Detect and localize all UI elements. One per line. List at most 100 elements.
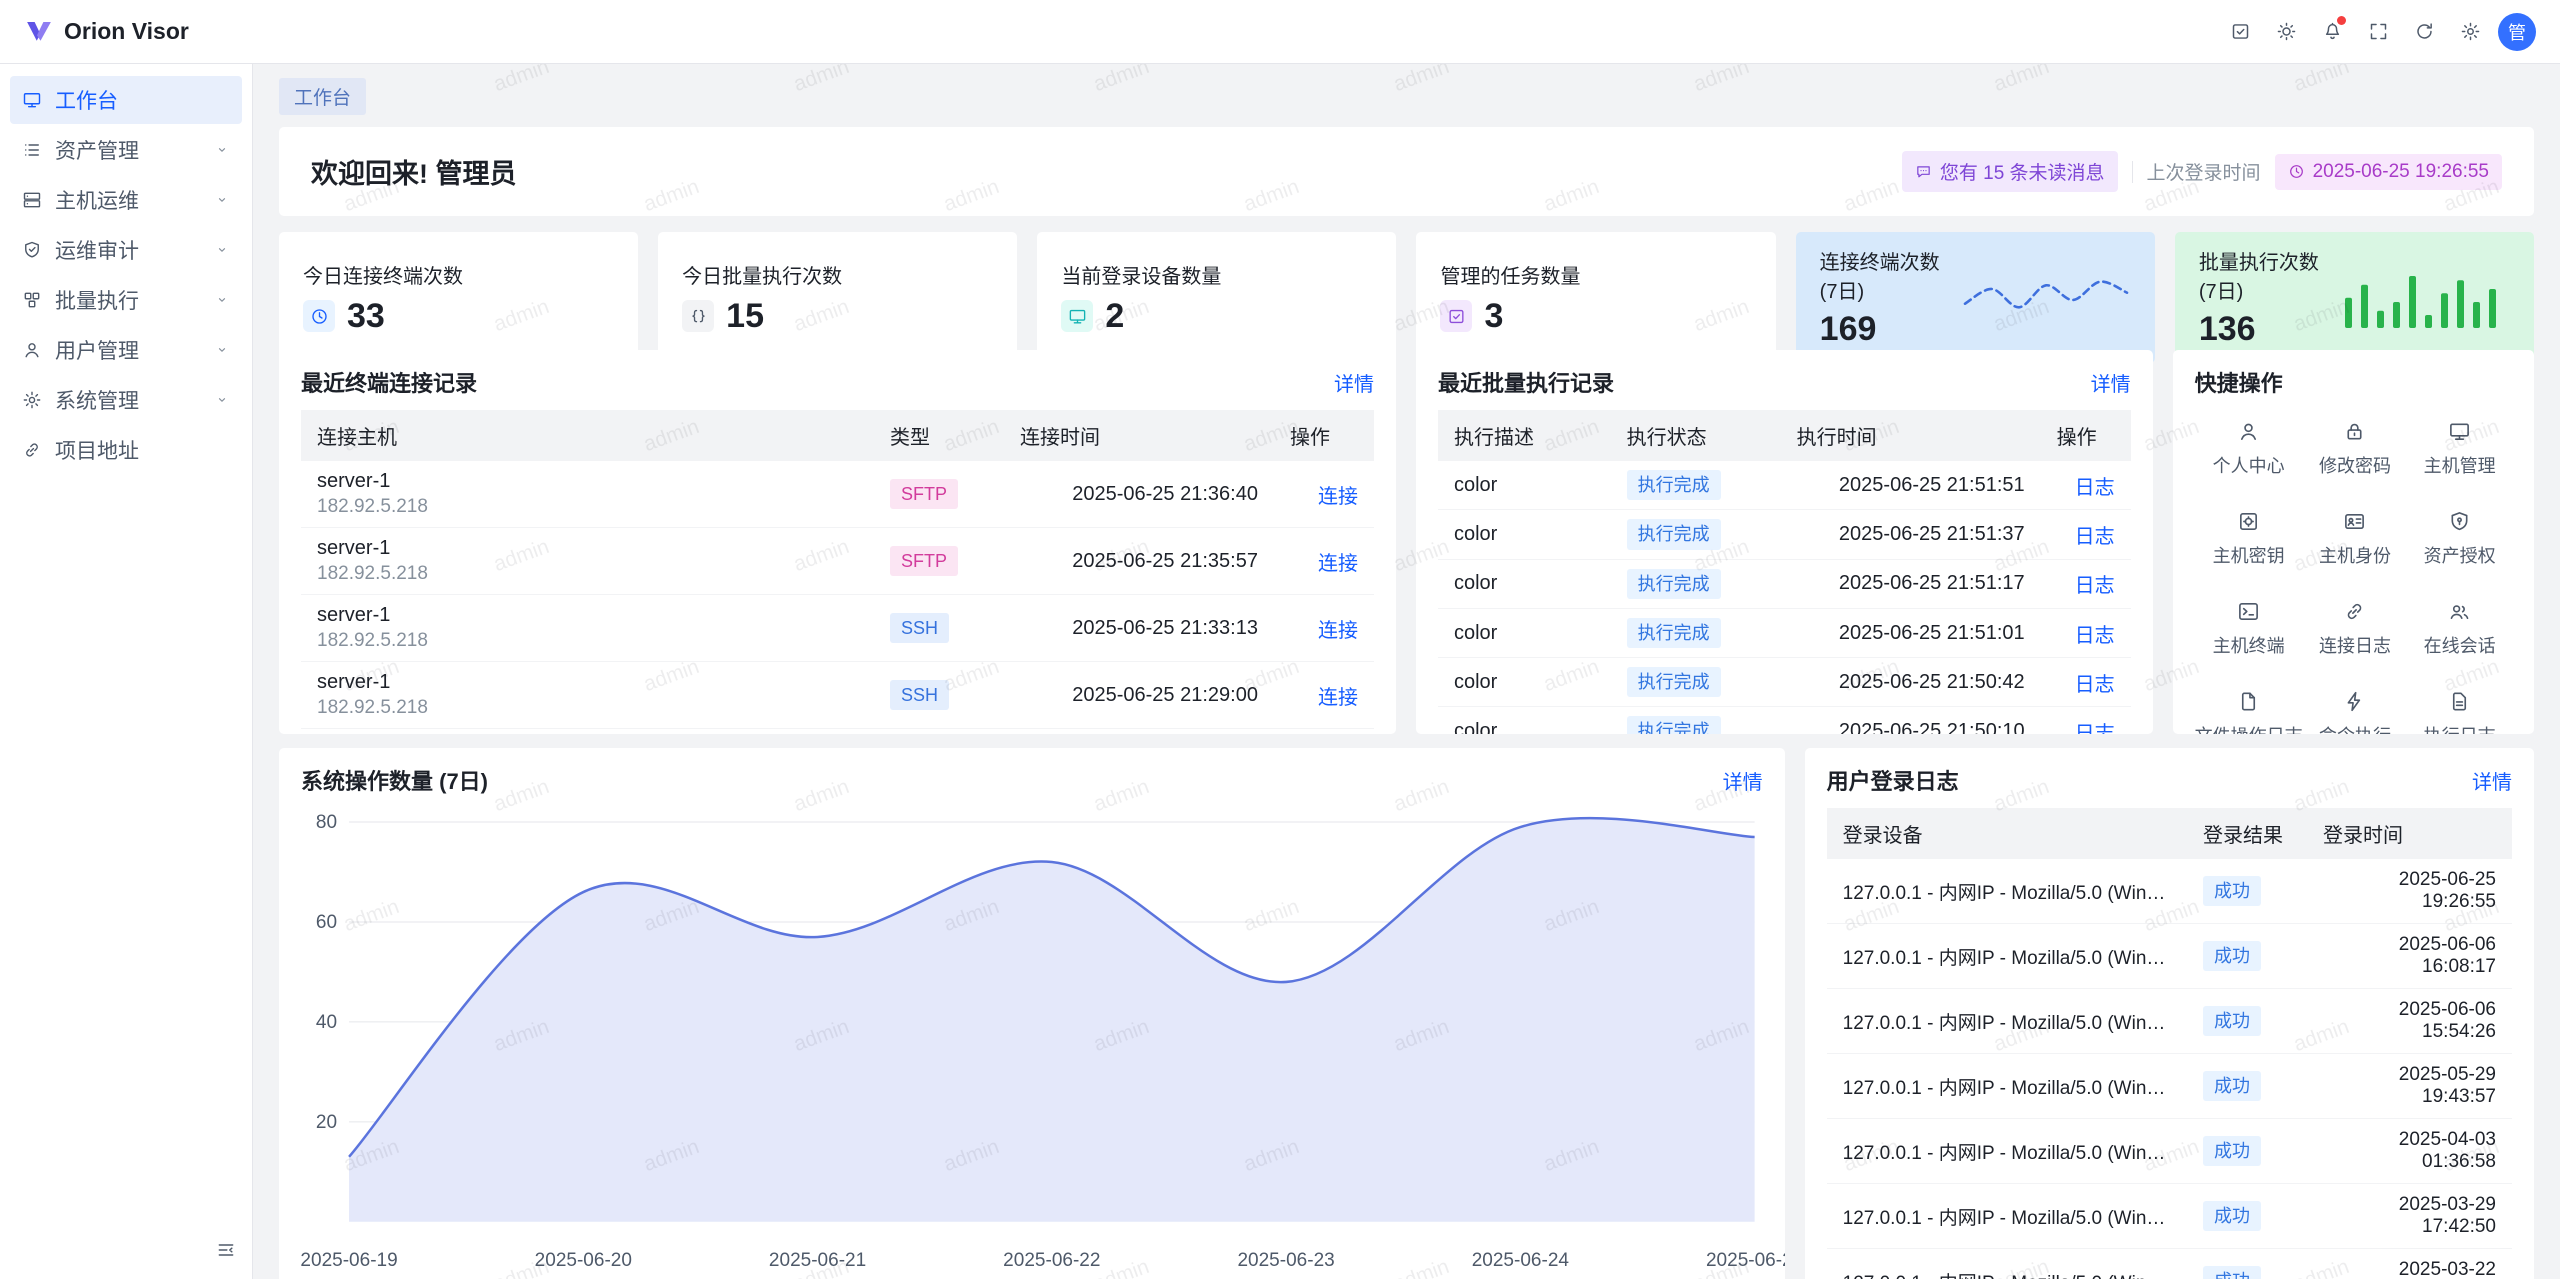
connect-link[interactable]: 连接 bbox=[1318, 620, 1358, 642]
sidebar-item-asset-management[interactable]: 资产管理 bbox=[10, 126, 242, 174]
last-login-time-badge: 2025-06-25 19:26:55 bbox=[2275, 154, 2502, 190]
login-log-row: 127.0.0.1 - 内网IP - Mozilla/5.0 (Windows … bbox=[1827, 1184, 2512, 1249]
sidebar-item-project-url[interactable]: 项目地址 bbox=[10, 426, 242, 474]
panel-title: 最近终端连接记录 bbox=[301, 366, 477, 398]
login-time: 2025-06-25 19:26:55 bbox=[2307, 859, 2512, 924]
stat-card-login-devices: 当前登录设备数量 2 bbox=[1037, 232, 1396, 363]
message-icon bbox=[1915, 163, 1932, 180]
host-ip: 182.92.5.218 bbox=[317, 697, 858, 719]
connect-link[interactable]: 连接 bbox=[1318, 553, 1358, 575]
login-result-badge: 成功 bbox=[2203, 1266, 2261, 1279]
quick-action-command-execution[interactable]: 命令执行 bbox=[2303, 690, 2408, 734]
quick-action-host-identity[interactable]: 主机身份 bbox=[2303, 510, 2408, 568]
unread-messages-badge[interactable]: 您有 15 条未读消息 bbox=[1902, 151, 2118, 192]
desktop-icon bbox=[22, 90, 42, 110]
sidebar-item-label: 用户管理 bbox=[55, 335, 139, 365]
fullscreen-button[interactable] bbox=[2360, 14, 2396, 50]
quick-action-connection-log[interactable]: 连接日志 bbox=[2303, 600, 2408, 658]
quick-action-label: 连接日志 bbox=[2319, 632, 2391, 658]
chevron-down-icon bbox=[214, 192, 230, 208]
sidebar-item-workbench[interactable]: 工作台 bbox=[10, 76, 242, 124]
avatar[interactable]: 管 bbox=[2498, 13, 2536, 51]
execution-status-badge: 执行完成 bbox=[1627, 519, 1721, 549]
expand-icon bbox=[2368, 21, 2389, 42]
execution-description: color bbox=[1438, 559, 1611, 608]
quick-action-host-terminal[interactable]: 主机终端 bbox=[2195, 600, 2303, 658]
middle-row: 最近终端连接记录 详情 连接主机 类型 连接时间 操作 serv bbox=[279, 350, 2534, 734]
terminal-detail-link[interactable]: 详情 bbox=[1334, 368, 1374, 397]
login-log-row: 127.0.0.1 - 内网IP - Mozilla/5.0 (Windows … bbox=[1827, 1119, 2512, 1184]
login-result-badge: 成功 bbox=[2203, 941, 2261, 971]
execution-description: color bbox=[1438, 510, 1611, 559]
chevron-down-icon bbox=[214, 292, 230, 308]
sidebar-item-host-ops[interactable]: 主机运维 bbox=[10, 176, 242, 224]
quick-action-asset-authorization[interactable]: 资产授权 bbox=[2407, 510, 2512, 568]
quick-action-personal-center[interactable]: 个人中心 bbox=[2195, 420, 2303, 478]
execution-status-badge: 执行完成 bbox=[1627, 618, 1721, 648]
settings-button[interactable] bbox=[2452, 14, 2488, 50]
breadcrumb-item-workbench[interactable]: 工作台 bbox=[279, 78, 366, 115]
theme-toggle-button[interactable] bbox=[2268, 14, 2304, 50]
last-login-time: 2025-06-25 19:26:55 bbox=[2313, 161, 2489, 183]
terminal-connection-row: server-1 182.92.5.218 SFTP 2025-06-25 21… bbox=[301, 461, 1374, 528]
quick-action-label: 主机密钥 bbox=[2213, 542, 2285, 568]
connect-link[interactable]: 连接 bbox=[1318, 486, 1358, 508]
execution-status-badge: 执行完成 bbox=[1627, 667, 1721, 697]
batch-executions-table: 执行描述 执行状态 执行时间 操作 color 执行完成 2025-06-25 … bbox=[1438, 410, 2131, 734]
sidebar: 工作台 资产管理 主机运维 运维审计 批量执行 bbox=[0, 64, 253, 1279]
session-icon bbox=[2448, 600, 2471, 623]
sidebar-item-batch-execution[interactable]: 批量执行 bbox=[10, 276, 242, 324]
quick-action-online-sessions[interactable]: 在线会话 bbox=[2407, 600, 2512, 658]
box-check-button[interactable] bbox=[2222, 14, 2258, 50]
refresh-button[interactable] bbox=[2406, 14, 2442, 50]
svg-text:20: 20 bbox=[316, 1112, 337, 1133]
stat-value: 169 bbox=[1820, 310, 1951, 349]
log-link[interactable]: 日志 bbox=[2075, 723, 2115, 734]
host-ip: 182.92.5.218 bbox=[317, 496, 858, 518]
boxes-icon bbox=[22, 290, 42, 310]
terminal-connection-row: server-1 182.92.5.218 SSH 2025-06-25 21:… bbox=[301, 662, 1374, 729]
sidebar-item-user-management[interactable]: 用户管理 bbox=[10, 326, 242, 374]
log-link[interactable]: 日志 bbox=[2075, 477, 2115, 499]
notifications-button[interactable] bbox=[2314, 14, 2350, 50]
chevron-down-icon bbox=[214, 242, 230, 258]
panel-title: 快捷操作 bbox=[2195, 366, 2283, 398]
quick-action-execution-log[interactable]: 执行日志 bbox=[2407, 690, 2512, 734]
chevron-down-icon bbox=[214, 392, 230, 408]
quick-action-host-management[interactable]: 主机管理 bbox=[2407, 420, 2512, 478]
sidebar-item-ops-audit[interactable]: 运维审计 bbox=[10, 226, 242, 274]
batch-detail-link[interactable]: 详情 bbox=[2091, 368, 2131, 397]
last-login-label: 上次登录时间 bbox=[2147, 158, 2261, 185]
stat-card-today-terminal: 今日连接终端次数 33 bbox=[279, 232, 638, 363]
quick-action-label: 在线会话 bbox=[2424, 632, 2496, 658]
login-time: 2025-06-06 15:54:26 bbox=[2307, 989, 2512, 1054]
clock-icon bbox=[2288, 163, 2305, 180]
login-time: 2025-03-22 01:01:31 bbox=[2307, 1249, 2512, 1279]
system-operations-detail-link[interactable]: 详情 bbox=[1723, 766, 1763, 795]
sun-icon bbox=[2276, 21, 2297, 42]
login-log-row: 127.0.0.1 - 内网IP - Mozilla/5.0 (Windows … bbox=[1827, 1054, 2512, 1119]
chevron-down-icon bbox=[214, 142, 230, 158]
connect-link[interactable]: 连接 bbox=[1318, 687, 1358, 709]
sidebar-item-system-management[interactable]: 系统管理 bbox=[10, 376, 242, 424]
log-link[interactable]: 日志 bbox=[2075, 674, 2115, 696]
quick-action-change-password[interactable]: 修改密码 bbox=[2303, 420, 2408, 478]
connection-type-badge: SSH bbox=[890, 680, 949, 710]
collapse-sidebar-button[interactable] bbox=[210, 1235, 242, 1267]
quick-action-host-keys[interactable]: 主机密钥 bbox=[2195, 510, 2303, 568]
execution-time: 2025-06-25 21:51:37 bbox=[1781, 510, 2041, 559]
sidebar-item-label: 项目地址 bbox=[55, 435, 139, 465]
log-link[interactable]: 日志 bbox=[2075, 526, 2115, 548]
quick-action-file-operation-log[interactable]: 文件操作日志 bbox=[2195, 690, 2303, 734]
user-icon bbox=[2237, 420, 2260, 443]
quick-action-label: 文件操作日志 bbox=[2195, 722, 2303, 734]
login-device: 127.0.0.1 - 内网IP - Mozilla/5.0 (Windows … bbox=[1827, 1184, 2187, 1249]
login-log-detail-link[interactable]: 详情 bbox=[2472, 766, 2512, 795]
log-link[interactable]: 日志 bbox=[2075, 625, 2115, 647]
box-check-icon bbox=[2230, 21, 2251, 42]
terminal-connection-row: server-1 182.92.5.218 SSH 2025-06-25 21:… bbox=[301, 595, 1374, 662]
svg-text:80: 80 bbox=[316, 812, 337, 833]
panel-terminal-connections: 最近终端连接记录 详情 连接主机 类型 连接时间 操作 serv bbox=[279, 350, 1396, 734]
log-link[interactable]: 日志 bbox=[2075, 575, 2115, 597]
stat-value: 2 bbox=[1105, 297, 1124, 336]
